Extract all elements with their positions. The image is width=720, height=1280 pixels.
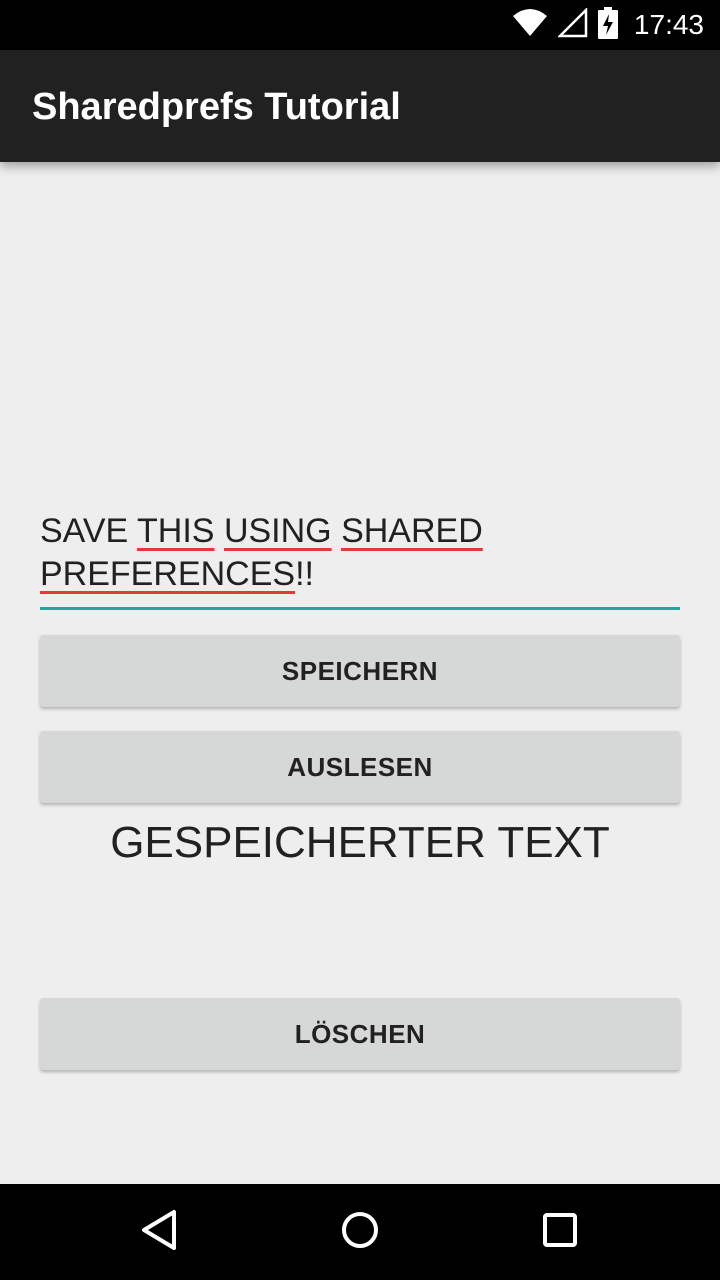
- status-time: 17:43: [633, 9, 704, 40]
- home-icon: [340, 1210, 380, 1255]
- input-word-misspelled: USING: [223, 512, 332, 550]
- input-word: SAVE: [40, 512, 129, 550]
- status-icons: 17:43: [512, 0, 704, 50]
- wifi-icon: [512, 8, 548, 43]
- delete-button[interactable]: LÖSCHEN: [40, 998, 680, 1070]
- app-title: Sharedprefs Tutorial: [32, 86, 401, 128]
- save-button[interactable]: SPEICHERN: [40, 635, 680, 707]
- cell-signal-icon: [556, 6, 588, 43]
- back-button[interactable]: [130, 1202, 190, 1262]
- read-button[interactable]: AUSLESEN: [40, 731, 680, 803]
- battery-charging-icon: [597, 6, 618, 44]
- text-input-field[interactable]: SAVE THIS USING SHARED PREFERENCES!!: [40, 510, 680, 610]
- home-button[interactable]: [330, 1202, 390, 1262]
- input-line-2: PREFERENCES!!: [40, 555, 314, 594]
- input-line-1: SAVE THIS USING SHARED: [40, 512, 483, 551]
- input-word: !!: [295, 555, 314, 593]
- navigation-bar: [0, 1184, 720, 1280]
- input-word-misspelled: PREFERENCES: [40, 555, 296, 593]
- recents-icon: [542, 1212, 578, 1253]
- recents-button[interactable]: [530, 1202, 590, 1262]
- input-word-misspelled: SHARED: [341, 512, 483, 550]
- screen: 17:43 Sharedprefs Tutorial SAVE THIS USI…: [0, 0, 720, 1280]
- saved-text-display: GESPEICHERTER TEXT: [110, 818, 610, 867]
- app-bar: Sharedprefs Tutorial: [0, 50, 720, 162]
- back-icon: [140, 1209, 180, 1256]
- status-bar: 17:43: [0, 0, 720, 50]
- input-word-misspelled: THIS: [137, 512, 215, 550]
